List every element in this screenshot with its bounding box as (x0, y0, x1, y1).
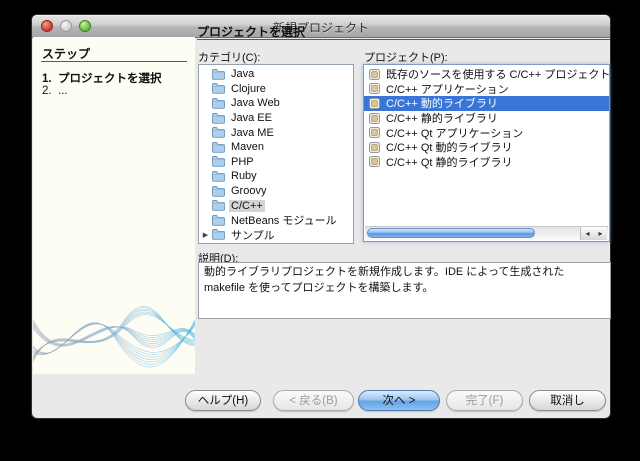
step-item-2: 2.... (42, 85, 68, 97)
folder-icon (212, 141, 225, 153)
project-item[interactable]: C/C++ Qt アプリケーション (364, 125, 609, 140)
category-label: Clojure (231, 82, 266, 95)
folder-icon (212, 127, 225, 138)
category-label: Java EE (231, 112, 272, 125)
page-title: プロジェクトを選択 (197, 25, 306, 39)
project-icon (369, 127, 380, 139)
steps-header: ステップ (42, 47, 91, 61)
projects-label: プロジェクト(P): (364, 52, 448, 64)
scroll-right-icon[interactable]: ▸ (594, 227, 607, 240)
title-bar[interactable]: 新規プロジェクト (32, 15, 610, 38)
window-title: 新規プロジェクト (272, 21, 369, 35)
back-button: < 戻る(B) (273, 390, 354, 411)
category-label: サンプル (231, 229, 275, 242)
category-item[interactable]: C/C++ (199, 198, 353, 213)
folder-icon (212, 68, 225, 80)
project-item[interactable]: C/C++ 静的ライブラリ (364, 111, 609, 126)
new-project-dialog: 新規プロジェクト ステップ 1. プロジェクトを選択 2.... プロジェクトを選… (31, 14, 611, 419)
project-icon (369, 156, 380, 168)
project-item[interactable]: 既存のソースを使用する C/C++ プロジェクト (364, 67, 609, 82)
category-item[interactable]: Java Web (199, 96, 353, 111)
scroll-left-icon[interactable]: ◂ (581, 227, 594, 240)
folder-icon (212, 185, 225, 197)
steps-divider (41, 61, 187, 62)
project-label: C/C++ アプリケーション (386, 83, 509, 96)
category-item[interactable]: Groovy (199, 184, 353, 199)
category-item[interactable]: Maven (199, 140, 353, 155)
scrollbar-thumb[interactable] (367, 228, 535, 238)
category-item[interactable]: Java EE (199, 111, 353, 126)
category-item[interactable]: Ruby (199, 169, 353, 184)
finish-button: 完了(F) (446, 390, 523, 411)
categories-label: カテゴリ(C): (198, 52, 261, 64)
category-label: Ruby (231, 170, 257, 183)
project-item[interactable]: C/C++ Qt 動的ライブラリ (364, 140, 609, 155)
disclosure-triangle-icon[interactable]: ▶ (199, 231, 212, 239)
folder-icon (212, 112, 225, 124)
folder-icon (212, 214, 225, 226)
folder-icon (212, 229, 225, 241)
project-icon (369, 112, 380, 124)
category-label: Maven (231, 141, 265, 154)
project-item[interactable]: C/C++ アプリケーション (364, 82, 609, 97)
category-label: Groovy (231, 185, 267, 198)
category-item[interactable]: NetBeans モジュール (199, 213, 353, 228)
description-box: 動的ライブラリプロジェクトを新規作成します。IDE によって生成された make… (198, 262, 611, 319)
category-label: Java (231, 68, 255, 81)
steps-panel: ステップ 1. プロジェクトを選択 2.... (33, 37, 195, 374)
category-label: Java Web (231, 97, 280, 110)
project-icon (369, 97, 380, 109)
category-item[interactable]: PHP (199, 155, 353, 170)
project-label: C/C++ Qt 動的ライブラリ (386, 142, 513, 155)
project-icon (369, 83, 380, 95)
project-label: 既存のソースを使用する C/C++ プロジェクト (386, 69, 609, 82)
project-item[interactable]: C/C++ Qt 静的ライブラリ (364, 155, 609, 170)
project-icon (369, 68, 380, 80)
folder-icon (212, 171, 225, 182)
project-icon (369, 141, 380, 153)
category-item[interactable]: Java (199, 67, 353, 82)
horizontal-scrollbar[interactable]: ◂ ▸ (365, 226, 608, 240)
category-label: Java ME (231, 126, 274, 139)
section-divider (197, 39, 610, 40)
folder-icon (212, 83, 225, 95)
folder-icon (212, 156, 225, 168)
project-item[interactable]: C/C++ 動的ライブラリ (364, 96, 609, 111)
step-item-1: 1. プロジェクトを選択 (42, 73, 162, 85)
cancel-button[interactable]: 取消し (529, 390, 606, 411)
categories-list[interactable]: Java Clojure Java Web Java EE Java ME Maven PH… (198, 64, 354, 244)
category-item[interactable]: Clojure (199, 82, 353, 97)
category-label: NetBeans モジュール (231, 215, 337, 228)
project-label: C/C++ 動的ライブラリ (386, 98, 498, 111)
category-label: C/C++ (229, 199, 265, 212)
next-button[interactable]: 次へ > (358, 390, 440, 411)
category-label: PHP (231, 155, 254, 168)
help-button[interactable]: ヘルプ(H) (185, 390, 261, 411)
project-label: C/C++ Qt アプリケーション (386, 127, 524, 140)
category-item[interactable]: Java ME (199, 125, 353, 140)
project-label: C/C++ 静的ライブラリ (386, 113, 498, 126)
project-label: C/C++ Qt 静的ライブラリ (386, 156, 513, 169)
category-item[interactable]: ▶ サンプル (199, 228, 353, 243)
folder-icon (212, 98, 225, 109)
decorative-wave-graphic (33, 305, 195, 368)
folder-icon (212, 200, 225, 211)
projects-list[interactable]: 既存のソースを使用する C/C++ プロジェクト C/C++ アプリケーション C/… (363, 64, 610, 242)
